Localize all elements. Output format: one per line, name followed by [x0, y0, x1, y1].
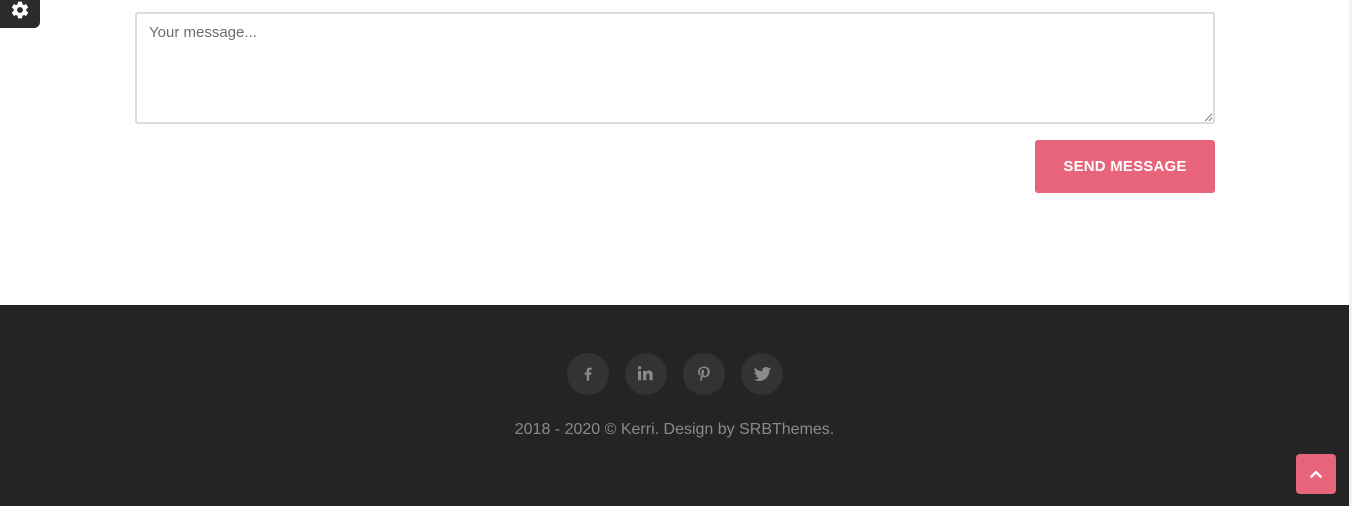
linkedin-icon — [637, 366, 653, 381]
pinterest-icon — [698, 366, 710, 382]
settings-toggle-button[interactable] — [0, 0, 40, 28]
pinterest-link[interactable] — [683, 353, 725, 395]
facebook-link[interactable] — [567, 353, 609, 395]
twitter-link[interactable] — [741, 353, 783, 395]
send-message-button[interactable]: SEND MESSAGE — [1035, 140, 1215, 193]
back-to-top-button[interactable] — [1296, 454, 1336, 494]
message-textarea[interactable] — [135, 12, 1215, 124]
linkedin-link[interactable] — [625, 353, 667, 395]
social-links — [567, 353, 783, 395]
page: SEND MESSAGE — [0, 0, 1352, 506]
chevron-up-icon — [1310, 470, 1322, 478]
footer: 2018 - 2020 © Kerri. Design by SRBThemes… — [0, 305, 1349, 506]
gear-icon — [11, 1, 29, 19]
facebook-icon — [584, 367, 592, 381]
twitter-icon — [753, 366, 771, 381]
copyright-text: 2018 - 2020 © Kerri. Design by SRBThemes… — [514, 421, 835, 438]
